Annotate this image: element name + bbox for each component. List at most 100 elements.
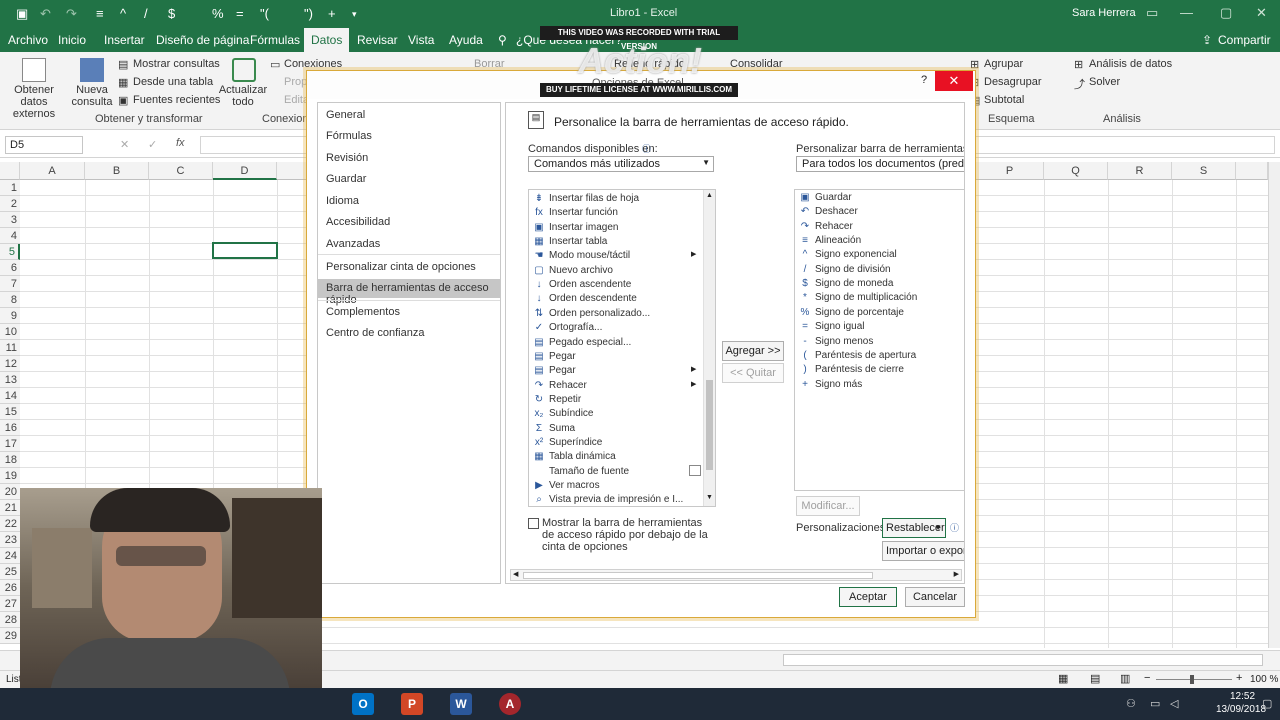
clear-button[interactable]: Borrar xyxy=(474,58,505,70)
column-header[interactable]: R xyxy=(1108,162,1172,180)
list-scrollbar[interactable]: ▲ ▼ xyxy=(703,190,715,506)
minimize-icon[interactable]: — xyxy=(1180,5,1193,20)
column-header-partial[interactable] xyxy=(1236,162,1268,180)
normal-view-icon[interactable]: ▦ xyxy=(1058,672,1068,685)
caret-icon[interactable]: ^ xyxy=(120,6,126,21)
notifications-icon[interactable]: ▢ xyxy=(1262,697,1272,710)
volume-icon[interactable]: ◁ xyxy=(1170,697,1178,710)
row-header[interactable]: 11 xyxy=(0,340,20,356)
row-header[interactable]: 2 xyxy=(0,196,20,212)
user-name[interactable]: Sara Herrera xyxy=(1072,7,1136,19)
action-recorder-icon[interactable]: A xyxy=(499,693,521,715)
row-header[interactable]: 28 xyxy=(0,612,20,628)
undo-icon[interactable]: ↶ xyxy=(40,6,51,22)
zoom-out-icon[interactable]: − xyxy=(1144,672,1150,684)
row-header[interactable]: 17 xyxy=(0,436,20,452)
refresh-all-button[interactable]: Actualizar todo xyxy=(218,84,268,108)
row-header[interactable]: 19 xyxy=(0,468,20,484)
list-item[interactable]: ↻ Repetir xyxy=(529,393,699,407)
list-item[interactable]: + Signo más xyxy=(795,378,964,392)
row-header[interactable]: 12 xyxy=(0,356,20,372)
column-header[interactable]: Q xyxy=(1044,162,1108,180)
nav-formulas[interactable]: Fórmulas xyxy=(326,130,372,142)
tab-vista[interactable]: Vista xyxy=(408,33,434,47)
row-header[interactable]: 3 xyxy=(0,212,20,228)
import-export-button[interactable]: Importar o exportar xyxy=(882,541,964,561)
scroll-thumb[interactable] xyxy=(706,380,713,470)
solver-button[interactable]: Solver xyxy=(1089,76,1120,88)
page-layout-icon[interactable]: ▤ xyxy=(1090,672,1100,685)
row-header[interactable]: 14 xyxy=(0,388,20,404)
modify-button[interactable]: Modificar... xyxy=(796,496,860,516)
list-item[interactable]: ▢ Nuevo archivo xyxy=(529,264,699,278)
clock-date[interactable]: 13/09/2018 xyxy=(1216,704,1266,715)
people-icon[interactable]: ⚇ xyxy=(1126,697,1136,710)
commands-dropdown[interactable]: Comandos más utilizados ▼ xyxy=(528,156,714,172)
recent-sources-button[interactable]: Fuentes recientes xyxy=(133,94,220,106)
row-header[interactable]: 1 xyxy=(0,180,20,196)
list-item[interactable]: * Signo de multiplicación xyxy=(795,291,964,305)
active-cell[interactable] xyxy=(212,242,278,259)
list-item[interactable]: x₂ Subíndice xyxy=(529,407,699,421)
page-break-icon[interactable]: ▥ xyxy=(1120,672,1130,685)
horizontal-scrollbar[interactable]: ◀ ▶ xyxy=(510,569,962,581)
row-header[interactable]: 24 xyxy=(0,548,20,564)
zoom-level[interactable]: 100 % xyxy=(1250,674,1278,685)
list-item[interactable]: x² Superíndice xyxy=(529,436,699,450)
show-queries-button[interactable]: Mostrar consultas xyxy=(133,58,220,70)
list-item[interactable]: ▣ Insertar imagen xyxy=(529,221,699,235)
list-item[interactable]: ↓ Orden descendente xyxy=(529,292,699,306)
add-button[interactable]: Agregar >> xyxy=(722,341,784,361)
nav-avanzadas[interactable]: Avanzadas xyxy=(326,238,380,250)
horizontal-scrollbar[interactable] xyxy=(783,654,1263,666)
list-item[interactable]: ▦ Insertar tabla xyxy=(529,235,699,249)
nav-quick-access-toolbar[interactable]: Barra de herramientas de acceso rápido xyxy=(318,279,500,306)
row-header[interactable]: 20 xyxy=(0,484,20,500)
list-item[interactable]: (Paréntesis de apertura xyxy=(795,349,964,363)
nav-accesibilidad[interactable]: Accesibilidad xyxy=(326,216,390,228)
group-button[interactable]: Agrupar xyxy=(984,58,1023,70)
list-item[interactable]: - Signo menos xyxy=(795,335,964,349)
row-header[interactable]: 7 xyxy=(0,276,20,292)
info-icon[interactable]: ⓘ xyxy=(950,521,959,534)
get-external-data-button[interactable]: Obtener datos externos xyxy=(3,84,65,120)
row-header[interactable]: 18 xyxy=(0,452,20,468)
connections-button[interactable]: Conexiones xyxy=(284,58,342,70)
subtotal-button[interactable]: Subtotal xyxy=(984,94,1024,106)
list-item[interactable]: Σ Suma xyxy=(529,422,699,436)
row-header[interactable]: 9 xyxy=(0,308,20,324)
share-button[interactable]: Compartir xyxy=(1218,33,1271,47)
info-icon[interactable]: ⓘ xyxy=(642,142,651,155)
tab-formulas[interactable]: Fórmulas xyxy=(250,33,300,47)
close-paren-qat-button[interactable]: ") xyxy=(304,6,313,21)
tab-ayuda[interactable]: Ayuda xyxy=(449,33,483,47)
list-item[interactable]: $ Signo de moneda xyxy=(795,277,964,291)
row-header[interactable]: 10 xyxy=(0,324,20,340)
column-header[interactable]: A xyxy=(20,162,85,180)
tab-archivo[interactable]: Archivo xyxy=(8,33,48,47)
qat-customize-icon[interactable]: ▾ xyxy=(352,9,357,20)
row-header[interactable]: 8 xyxy=(0,292,20,308)
available-commands-list[interactable]: ⇟ Insertar filas de hoja fx Insertar funció… xyxy=(528,189,716,507)
nav-idioma[interactable]: Idioma xyxy=(326,195,359,207)
row-header[interactable]: 26 xyxy=(0,580,20,596)
tab-diseno-pagina[interactable]: Diseño de página xyxy=(156,33,249,47)
column-header[interactable]: S xyxy=(1172,162,1236,180)
powerpoint-icon[interactable]: P xyxy=(401,693,423,715)
list-item[interactable]: ⇅ Orden personalizado... xyxy=(529,307,699,321)
remove-button[interactable]: << Quitar xyxy=(722,363,784,383)
ungroup-button[interactable]: Desagrupar xyxy=(984,76,1041,88)
list-item[interactable]: fx Insertar función xyxy=(529,206,699,220)
list-item[interactable]: ↷ Rehacer xyxy=(795,220,964,234)
nav-general[interactable]: General xyxy=(326,109,365,121)
cancel-entry-icon[interactable]: ✕ xyxy=(120,138,129,151)
percent-qat-button[interactable]: % xyxy=(212,6,224,21)
column-header[interactable]: B xyxy=(85,162,149,180)
column-header-partial[interactable] xyxy=(277,162,307,180)
reset-button[interactable]: Restablecer ▼ xyxy=(882,518,946,538)
new-query-button[interactable]: Nueva consulta xyxy=(70,84,114,108)
list-item[interactable]: ⇟ Insertar filas de hoja xyxy=(529,192,699,206)
equals-qat-button[interactable]: = xyxy=(236,6,244,21)
row-header[interactable]: 29 xyxy=(0,628,20,644)
row-header[interactable]: 4 xyxy=(0,228,20,244)
